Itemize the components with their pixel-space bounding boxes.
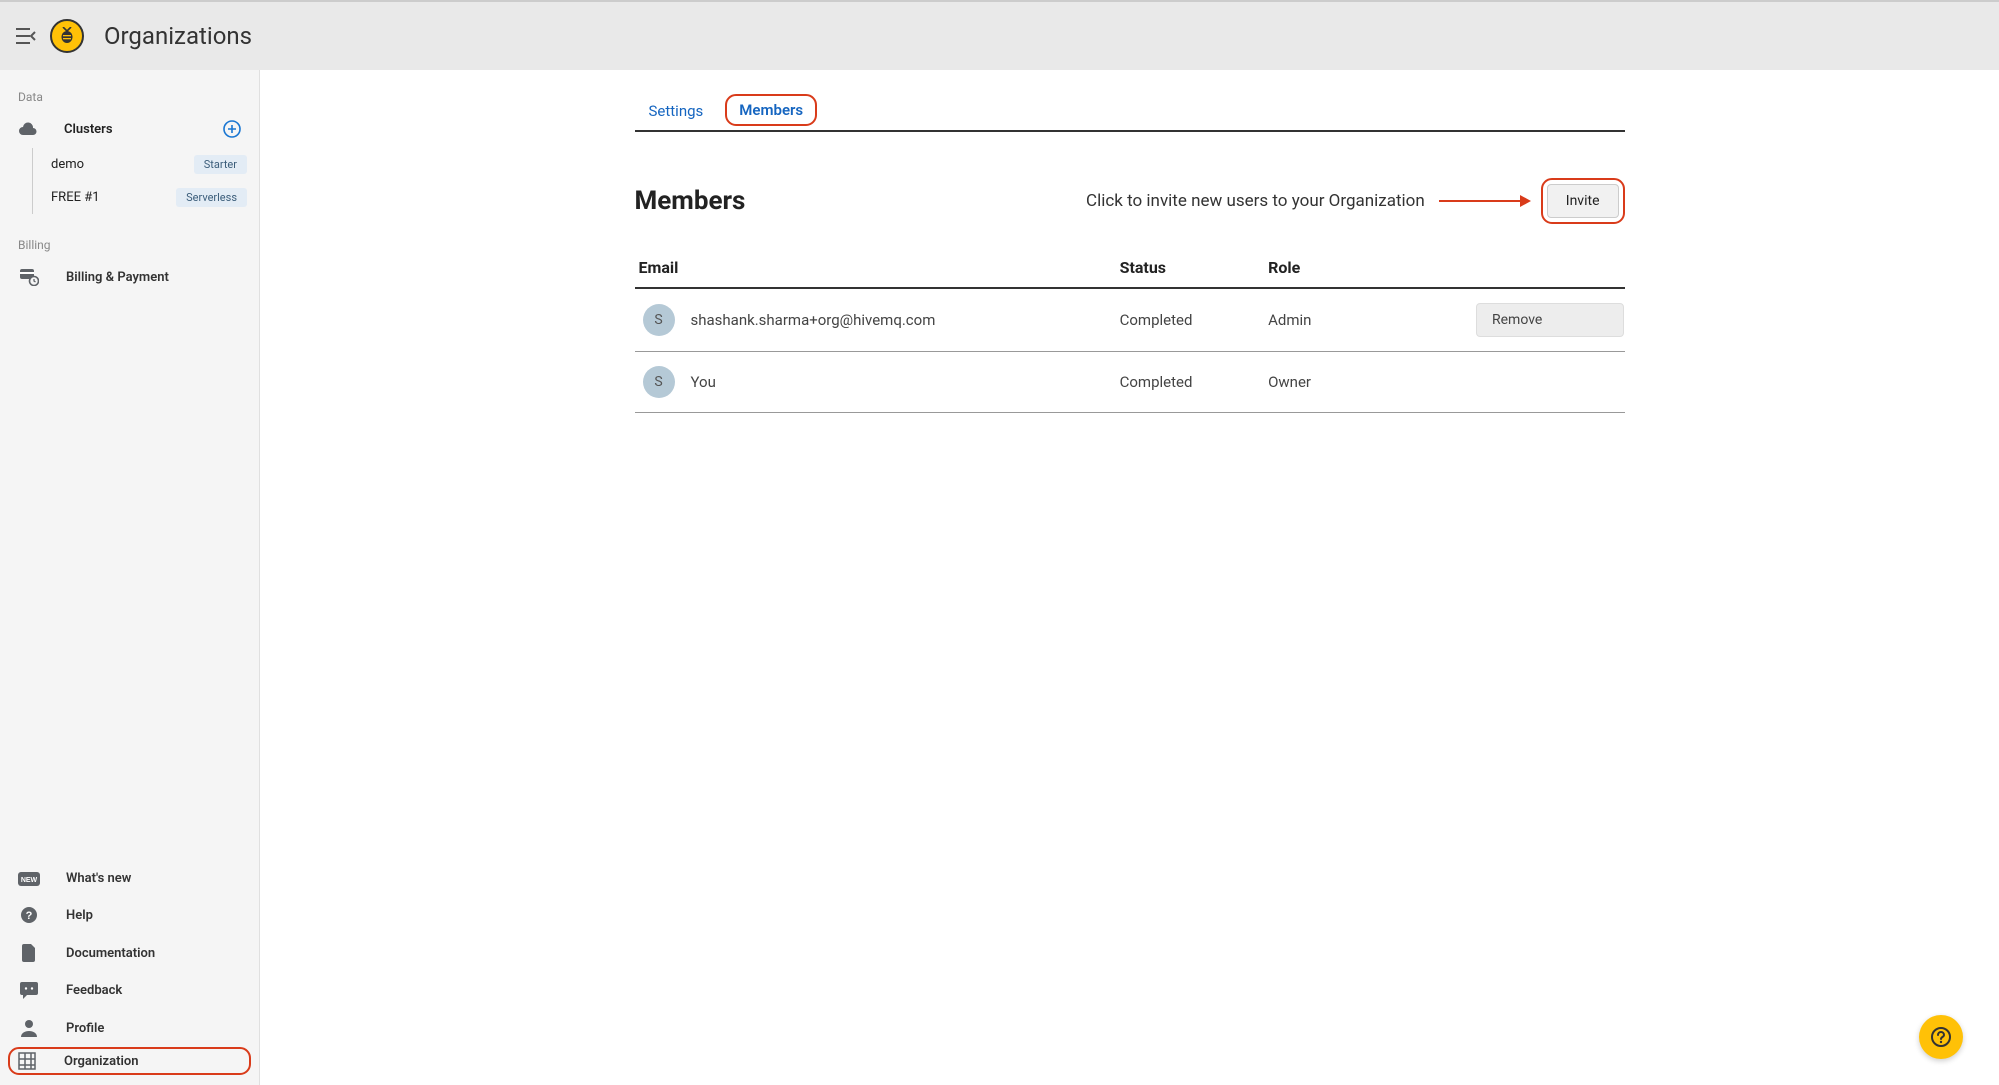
member-email: You <box>691 373 716 391</box>
logo-icon <box>50 19 84 53</box>
billing-icon <box>18 268 40 286</box>
sidebar-item-documentation[interactable]: Documentation <box>0 934 259 972</box>
menu-toggle-icon[interactable] <box>16 28 36 44</box>
member-status: Completed <box>1120 311 1269 329</box>
cluster-item[interactable]: FREE #1 Serverless <box>33 181 259 214</box>
sidebar-item-help[interactable]: ? Help <box>0 896 259 934</box>
sidebar-item-billing[interactable]: Billing & Payment <box>0 258 259 296</box>
member-status: Completed <box>1120 373 1269 391</box>
clusters-label: Clusters <box>64 122 113 137</box>
add-cluster-icon[interactable] <box>223 120 241 138</box>
cloud-icon <box>18 122 38 136</box>
cluster-badge: Serverless <box>176 188 247 207</box>
cluster-list: demo Starter FREE #1 Serverless <box>32 148 259 214</box>
section-title: Members <box>635 186 746 216</box>
sidebar-section-data: Data <box>0 84 259 110</box>
tab-members[interactable]: Members <box>725 94 817 126</box>
page-title: Organizations <box>104 22 252 50</box>
help-icon: ? <box>18 906 40 924</box>
sidebar-item-profile[interactable]: Profile <box>0 1009 259 1047</box>
sidebar-item-label: Profile <box>66 1021 104 1036</box>
document-icon <box>18 944 40 962</box>
sidebar-item-label: Documentation <box>66 946 155 961</box>
table-header: Email Status Role <box>635 248 1625 289</box>
sidebar-section-billing: Billing <box>0 232 259 258</box>
table-row: S shashank.sharma+org@hivemq.com Complet… <box>635 289 1625 352</box>
billing-label: Billing & Payment <box>66 270 169 285</box>
cluster-name: demo <box>51 157 84 172</box>
cluster-badge: Starter <box>194 155 247 174</box>
avatar: S <box>643 366 675 398</box>
member-role: Owner <box>1268 373 1476 391</box>
invite-button-highlight: Invite <box>1541 178 1625 224</box>
svg-text:?: ? <box>26 910 33 922</box>
svg-text:NEW: NEW <box>21 877 38 884</box>
sidebar: Data Clusters demo Starter FREE #1 Serve… <box>0 70 260 1085</box>
sidebar-item-clusters[interactable]: Clusters <box>0 110 259 148</box>
sidebar-item-label: Organization <box>64 1054 138 1069</box>
col-header-email: Email <box>635 258 1120 277</box>
annotation-text: Click to invite new users to your Organi… <box>1086 191 1425 211</box>
main-content: Settings Members Members Click to invite… <box>260 70 1999 1085</box>
col-header-role: Role <box>1268 258 1476 277</box>
sidebar-item-whats-new[interactable]: NEW What's new <box>0 861 259 896</box>
cluster-name: FREE #1 <box>51 190 100 205</box>
feedback-icon <box>18 982 40 999</box>
help-fab-button[interactable] <box>1919 1015 1963 1059</box>
annotation-arrow-icon <box>1439 200 1529 202</box>
avatar: S <box>643 304 675 336</box>
top-header: Organizations <box>0 0 1999 70</box>
remove-button[interactable]: Remove <box>1476 303 1625 337</box>
profile-icon <box>18 1019 40 1037</box>
sidebar-item-organization[interactable]: Organization <box>8 1047 251 1075</box>
tab-settings[interactable]: Settings <box>635 94 718 130</box>
table-row: S You Completed Owner <box>635 352 1625 413</box>
invite-button[interactable]: Invite <box>1547 184 1619 218</box>
sidebar-item-feedback[interactable]: Feedback <box>0 972 259 1009</box>
member-role: Admin <box>1268 311 1476 329</box>
new-badge-icon: NEW <box>18 872 40 886</box>
sidebar-item-label: Feedback <box>66 983 122 998</box>
tabs: Settings Members <box>635 94 1625 132</box>
organization-icon <box>16 1052 38 1070</box>
sidebar-item-label: What's new <box>66 871 131 886</box>
member-email: shashank.sharma+org@hivemq.com <box>691 311 936 329</box>
col-header-status: Status <box>1120 258 1269 277</box>
cluster-item[interactable]: demo Starter <box>33 148 259 181</box>
sidebar-item-label: Help <box>66 908 93 923</box>
